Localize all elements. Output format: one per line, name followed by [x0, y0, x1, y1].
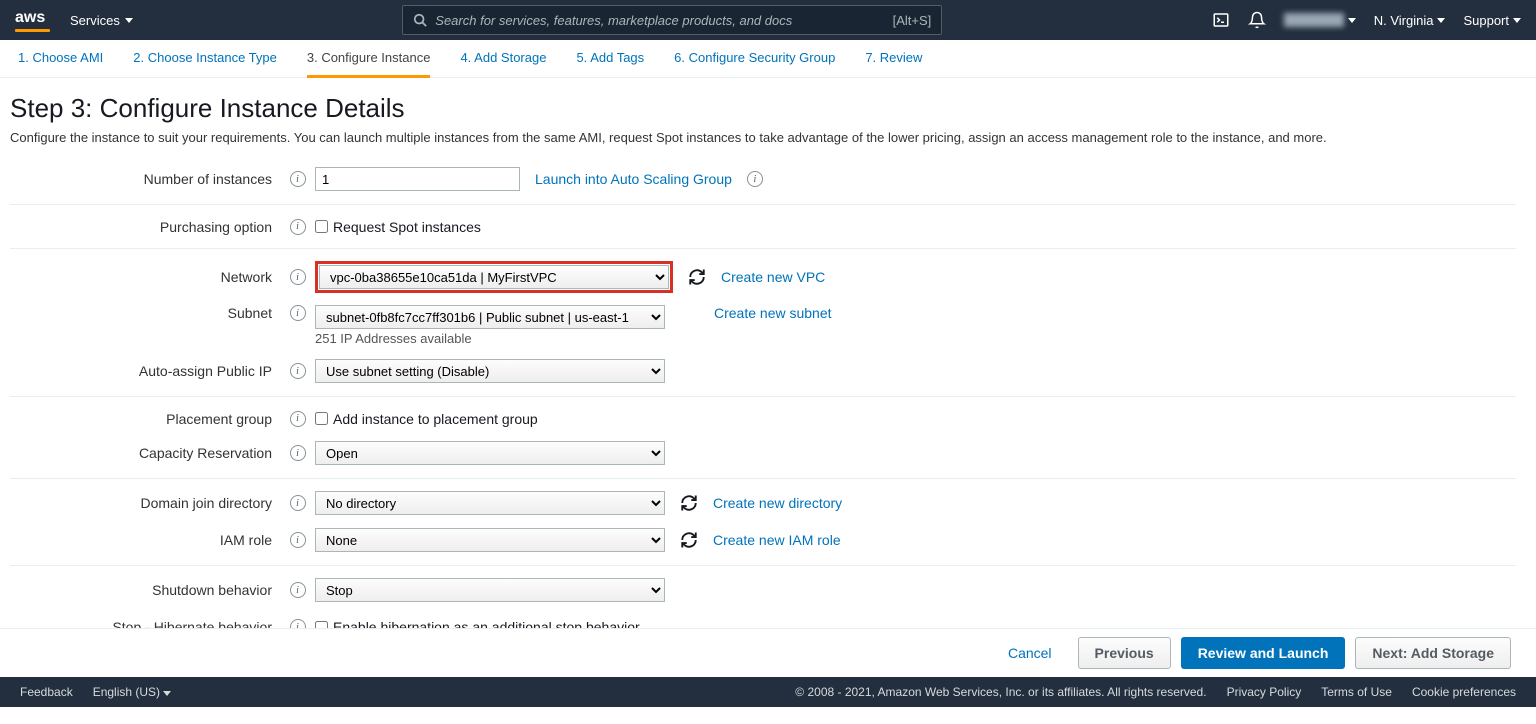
info-icon[interactable]: i [290, 582, 306, 598]
autoip-select[interactable]: Use subnet setting (Disable) [315, 359, 665, 383]
label-placement: Placement group [10, 411, 280, 427]
shutdown-select[interactable]: Stop [315, 578, 665, 602]
label-shutdown: Shutdown behavior [10, 582, 280, 598]
network-highlight: vpc-0ba38655e10ca51da | MyFirstVPC [315, 261, 673, 293]
spot-checkbox[interactable]: Request Spot instances [315, 219, 481, 235]
info-icon[interactable]: i [290, 269, 306, 285]
top-nav: aws Services Search for services, featur… [0, 0, 1536, 40]
wizard-tabs: 1. Choose AMI 2. Choose Instance Type 3.… [0, 40, 1536, 78]
hibernate-checkbox[interactable]: Enable hibernation as an additional stop… [315, 619, 640, 628]
search-placeholder: Search for services, features, marketpla… [435, 13, 792, 28]
info-icon[interactable]: i [290, 495, 306, 511]
subnet-hint: 251 IP Addresses available [315, 331, 665, 346]
notifications-icon[interactable] [1248, 11, 1266, 29]
subnet-select[interactable]: subnet-0fb8fc7cc7ff301b6 | Public subnet… [315, 305, 665, 329]
network-select[interactable]: vpc-0ba38655e10ca51da | MyFirstVPC [319, 265, 669, 289]
search-input[interactable]: Search for services, features, marketpla… [402, 5, 942, 35]
info-icon[interactable]: i [290, 532, 306, 548]
info-icon[interactable]: i [290, 411, 306, 427]
label-purchasing: Purchasing option [10, 219, 280, 235]
tab-review[interactable]: 7. Review [865, 50, 922, 77]
review-launch-button[interactable]: Review and Launch [1181, 637, 1346, 669]
label-domain: Domain join directory [10, 495, 280, 511]
next-button[interactable]: Next: Add Storage [1355, 637, 1511, 669]
info-icon[interactable]: i [290, 445, 306, 461]
iam-select[interactable]: None [315, 528, 665, 552]
cancel-button[interactable]: Cancel [992, 638, 1068, 668]
caret-down-icon [1437, 18, 1445, 23]
tab-choose-ami[interactable]: 1. Choose AMI [18, 50, 103, 77]
label-network: Network [10, 269, 280, 285]
services-menu[interactable]: Services [70, 13, 133, 28]
refresh-icon[interactable] [688, 268, 706, 286]
info-icon[interactable]: i [290, 619, 306, 628]
tab-instance-type[interactable]: 2. Choose Instance Type [133, 50, 277, 77]
info-icon[interactable]: i [290, 363, 306, 379]
search-icon [413, 13, 427, 27]
cloudshell-icon[interactable] [1212, 11, 1230, 29]
refresh-icon[interactable] [680, 531, 698, 549]
copyright: © 2008 - 2021, Amazon Web Services, Inc.… [795, 685, 1206, 699]
create-iam-link[interactable]: Create new IAM role [713, 532, 841, 548]
tab-add-tags[interactable]: 5. Add Tags [576, 50, 644, 77]
region-menu[interactable]: N. Virginia [1374, 13, 1446, 28]
feedback-link[interactable]: Feedback [20, 685, 73, 699]
tab-security-group[interactable]: 6. Configure Security Group [674, 50, 835, 77]
aws-logo[interactable]: aws [15, 9, 50, 32]
content: Step 3: Configure Instance Details Confi… [0, 78, 1536, 628]
info-icon[interactable]: i [747, 171, 763, 187]
info-icon[interactable]: i [290, 305, 306, 321]
search-shortcut: [Alt+S] [893, 13, 932, 28]
capres-select[interactable]: Open [315, 441, 665, 465]
caret-down-icon [125, 18, 133, 23]
previous-button[interactable]: Previous [1078, 637, 1171, 669]
num-instances-input[interactable] [315, 167, 520, 191]
footer: Feedback English (US) © 2008 - 2021, Ama… [0, 677, 1536, 707]
label-iam: IAM role [10, 532, 280, 548]
label-subnet: Subnet [10, 305, 280, 321]
launch-asg-link[interactable]: Launch into Auto Scaling Group [535, 171, 732, 187]
refresh-icon[interactable] [680, 494, 698, 512]
page-title: Step 3: Configure Instance Details [10, 93, 1516, 124]
placement-checkbox[interactable]: Add instance to placement group [315, 411, 538, 427]
tab-configure-instance[interactable]: 3. Configure Instance [307, 50, 431, 78]
page-description: Configure the instance to suit your requ… [10, 130, 1516, 145]
privacy-link[interactable]: Privacy Policy [1227, 685, 1302, 699]
label-autoip: Auto-assign Public IP [10, 363, 280, 379]
terms-link[interactable]: Terms of Use [1321, 685, 1392, 699]
create-vpc-link[interactable]: Create new VPC [721, 269, 825, 285]
tab-add-storage[interactable]: 4. Add Storage [460, 50, 546, 77]
create-subnet-link[interactable]: Create new subnet [714, 305, 832, 321]
label-hibernate: Stop - Hibernate behavior [10, 619, 280, 628]
info-icon[interactable]: i [290, 171, 306, 187]
account-menu[interactable] [1284, 13, 1356, 27]
domain-select[interactable]: No directory [315, 491, 665, 515]
cookies-link[interactable]: Cookie preferences [1412, 685, 1516, 699]
language-menu[interactable]: English (US) [93, 685, 172, 699]
label-num-instances: Number of instances [10, 171, 280, 187]
info-icon[interactable]: i [290, 219, 306, 235]
action-bar: Cancel Previous Review and Launch Next: … [0, 628, 1536, 677]
create-directory-link[interactable]: Create new directory [713, 495, 842, 511]
label-capres: Capacity Reservation [10, 445, 280, 461]
caret-down-icon [1348, 18, 1356, 23]
caret-down-icon [1513, 18, 1521, 23]
caret-down-icon [163, 691, 171, 696]
support-menu[interactable]: Support [1463, 13, 1521, 28]
